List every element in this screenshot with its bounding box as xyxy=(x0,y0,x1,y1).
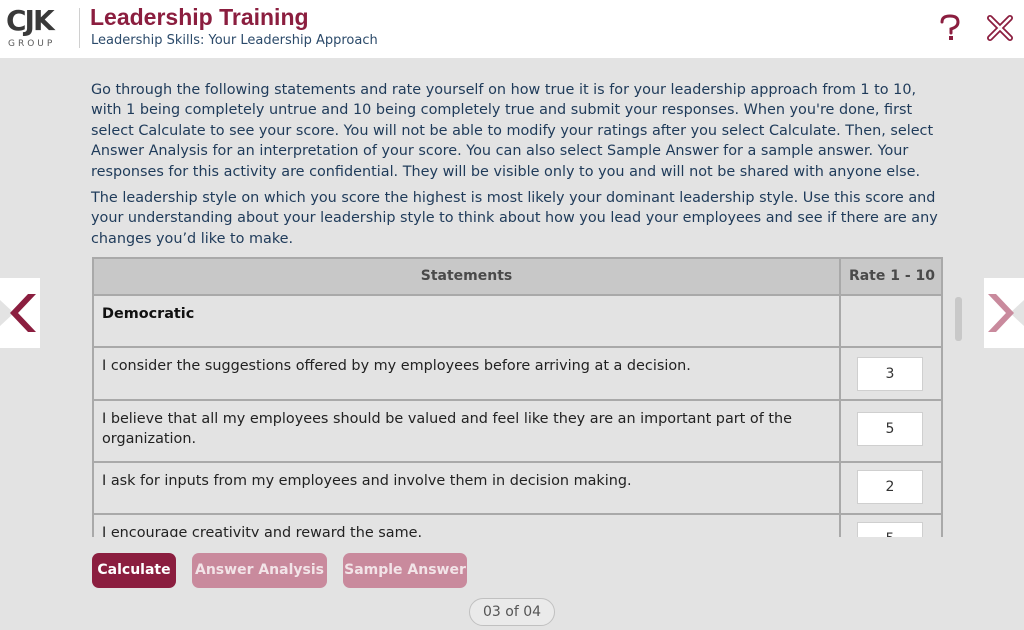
logo-subtext: GROUP xyxy=(8,39,56,49)
table-row: I ask for inputs from my employees and i… xyxy=(92,463,943,515)
table-body[interactable]: Democratic I consider the suggestions of… xyxy=(92,296,943,537)
chevron-right-icon xyxy=(984,278,1024,348)
statement-text: I believe that all my employees should b… xyxy=(94,401,841,461)
page-indicator: 03 of 04 xyxy=(469,598,555,626)
rating-input[interactable]: 2 xyxy=(857,470,923,504)
statement-text: I ask for inputs from my employees and i… xyxy=(94,463,841,513)
next-page-button[interactable] xyxy=(984,278,1024,348)
table-header: Statements Rate 1 - 10 xyxy=(92,257,943,296)
table-section-row: Democratic xyxy=(92,296,943,348)
rate-cell: 3 xyxy=(843,348,941,399)
rate-cell: 5 xyxy=(843,401,941,461)
section-label: Democratic xyxy=(94,296,841,346)
statement-text: I consider the suggestions offered by my… xyxy=(94,348,841,399)
rating-table: Statements Rate 1 - 10 Democratic I cons… xyxy=(92,257,966,537)
answer-analysis-button[interactable]: Answer Analysis xyxy=(192,553,327,588)
course-title: Leadership Training xyxy=(90,4,309,30)
rating-input[interactable]: 3 xyxy=(857,357,923,391)
rate-column-header: Rate 1 - 10 xyxy=(848,268,936,284)
help-button[interactable] xyxy=(936,14,964,42)
logo-divider xyxy=(79,8,80,48)
chevron-left-icon xyxy=(0,278,40,348)
table-row: I encourage creativity and reward the sa… xyxy=(92,515,943,537)
calculate-button[interactable]: Calculate xyxy=(92,553,176,588)
statement-text: I encourage creativity and reward the sa… xyxy=(94,515,841,537)
table-scrollbar[interactable] xyxy=(952,295,964,537)
instructions-paragraph-2: The leadership style on which you score … xyxy=(91,190,938,247)
close-button[interactable] xyxy=(986,14,1014,42)
instructions-paragraph-1: Go through the following statements and … xyxy=(91,82,934,180)
logo-text: CJK xyxy=(6,4,55,37)
rating-input[interactable]: 5 xyxy=(857,522,923,537)
company-logo: CJK GROUP xyxy=(6,6,72,50)
table-row: I believe that all my employees should b… xyxy=(92,401,943,463)
rating-input[interactable]: 5 xyxy=(857,412,923,446)
close-icon xyxy=(987,15,1013,41)
rate-cell: 2 xyxy=(843,463,941,513)
sample-answer-button[interactable]: Sample Answer xyxy=(343,553,467,588)
activity-content: Go through the following statements and … xyxy=(0,58,1024,630)
module-subtitle: Leadership Skills: Your Leadership Appro… xyxy=(91,33,378,48)
instructions: Go through the following statements and … xyxy=(91,80,941,255)
rate-cell: 5 xyxy=(843,515,941,537)
table-row: I consider the suggestions offered by my… xyxy=(92,348,943,401)
rate-cell-empty xyxy=(843,296,941,346)
scrollbar-thumb[interactable] xyxy=(955,297,962,341)
header-bar: CJK GROUP Leadership Training Leadership… xyxy=(0,0,1024,58)
statements-column-header: Statements xyxy=(94,259,841,294)
previous-page-button[interactable] xyxy=(0,278,40,348)
question-icon xyxy=(940,14,960,40)
